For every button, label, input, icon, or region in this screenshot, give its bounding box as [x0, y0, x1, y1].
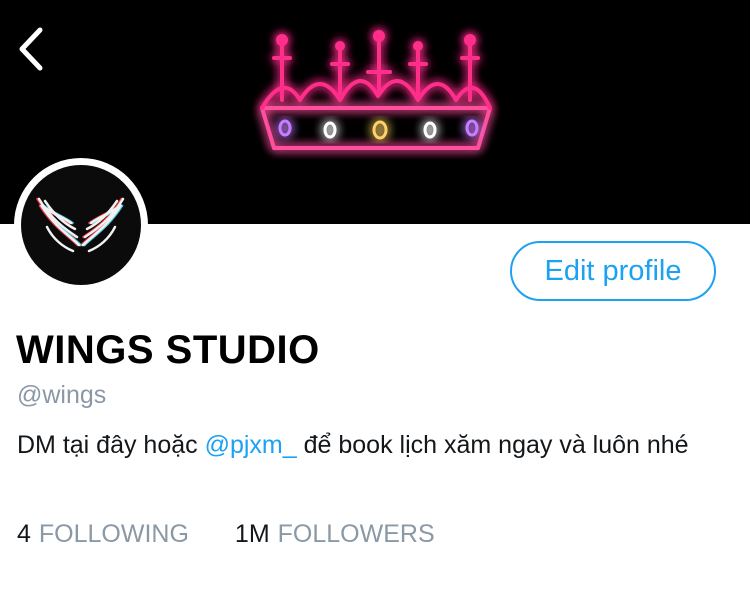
bio-mention-link[interactable]: @pjxm_	[205, 431, 297, 459]
bio-text-end: để book lịch xăm ngay và luôn nhé	[296, 431, 689, 459]
followers-stat[interactable]: 1M FOLLOWERS	[235, 520, 435, 549]
followers-label: FOLLOWERS	[277, 520, 435, 548]
edit-profile-button[interactable]: Edit profile	[510, 241, 716, 301]
profile-bio: DM tại đây hoặc @pjxm_ để book lịch xăm …	[17, 428, 737, 462]
back-button[interactable]	[12, 24, 52, 74]
bio-text: DM tại đây hoặc	[17, 431, 205, 459]
profile-stats: 4 FOLLOWING 1M FOLLOWERS	[17, 520, 435, 549]
avatar-image	[21, 165, 141, 285]
following-count: 4	[17, 520, 31, 548]
profile-page: Edit profile WINGS STUDIO @wings DM tại …	[0, 0, 750, 589]
following-label: FOLLOWING	[38, 520, 189, 548]
avatar[interactable]	[14, 158, 148, 292]
wings-logo-icon	[36, 197, 125, 253]
chevron-left-icon	[19, 27, 43, 71]
following-stat[interactable]: 4 FOLLOWING	[17, 520, 189, 549]
display-name: WINGS STUDIO	[16, 328, 320, 372]
followers-count: 1M	[234, 520, 270, 548]
user-handle: @wings	[17, 381, 107, 409]
